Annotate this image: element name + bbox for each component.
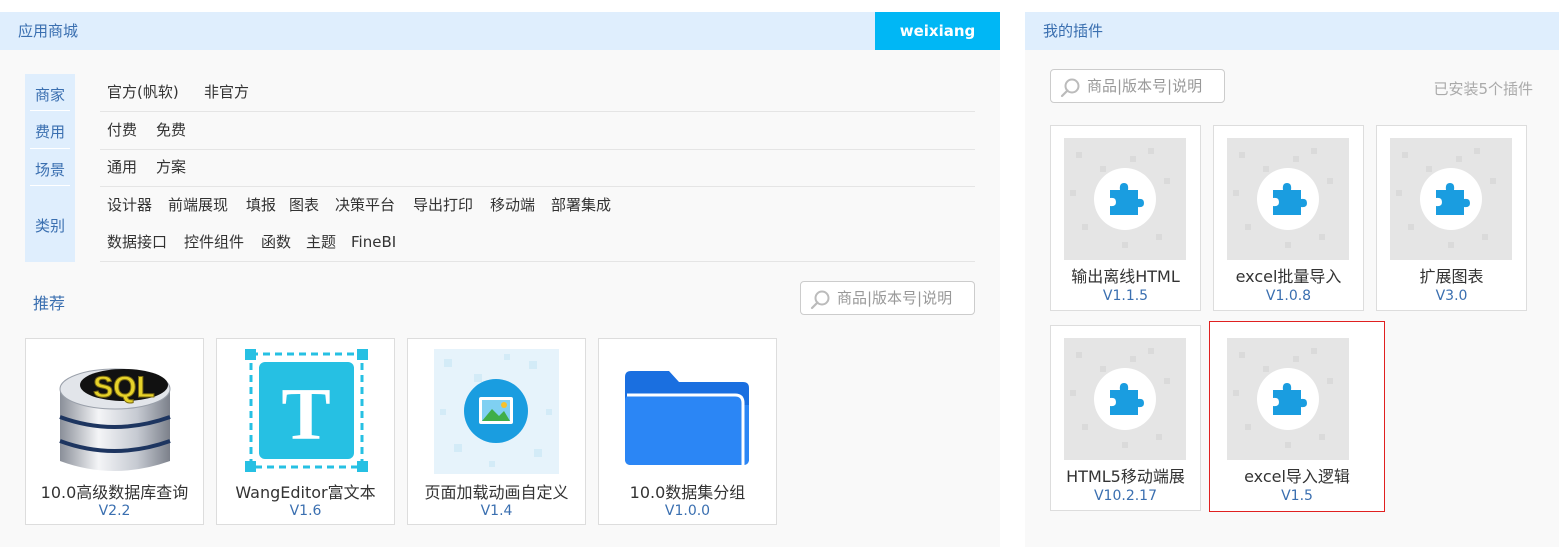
filter-label-category[interactable]: 类别: [25, 215, 75, 236]
recommend-card[interactable]: 页面加载动画自定义 V1.4: [407, 338, 586, 525]
plugin-version: V1.0.8: [1265, 288, 1312, 304]
filter-option[interactable]: 前端展现: [168, 187, 228, 224]
recommend-card[interactable]: SQL 10.0高级数据库查询 V2.2: [25, 338, 204, 525]
puzzle-icon: [1227, 138, 1349, 260]
filter-option[interactable]: 官方(帆软): [107, 74, 179, 111]
filter-option[interactable]: 函数: [261, 224, 291, 261]
puzzle-icon: [1227, 338, 1349, 460]
filter-option[interactable]: 非官方: [204, 74, 249, 111]
plugin-card-selected[interactable]: excel导入逻辑 V1.5: [1209, 321, 1385, 512]
filter-option[interactable]: 移动端: [490, 187, 535, 224]
filter-option[interactable]: 导出打印: [413, 187, 473, 224]
filter-option[interactable]: 图表: [289, 187, 319, 224]
filter-option[interactable]: 免费: [156, 112, 186, 149]
filter-row-category-2: 数据接口 控件组件 函数 主题 FineBI: [100, 224, 975, 262]
recommend-name: 10.0数据集分组: [629, 483, 746, 502]
filter-option[interactable]: 付费: [107, 112, 137, 149]
recommend-card[interactable]: T WangEditor富文本 V1.6: [216, 338, 395, 525]
plugin-name: excel批量导入: [1235, 267, 1342, 286]
recommend-version: V2.2: [98, 503, 131, 519]
plugin-version: V3.0: [1435, 288, 1468, 304]
filter-option[interactable]: 通用: [107, 149, 137, 186]
text-editor-icon: T: [243, 349, 368, 474]
recommend-name: WangEditor富文本: [235, 483, 376, 502]
recommend-card[interactable]: 10.0数据集分组 V1.0.0: [598, 338, 777, 525]
divider: [30, 185, 70, 186]
image-animation-icon: [434, 349, 559, 474]
svg-text:T: T: [281, 374, 330, 456]
folder-icon: [625, 349, 750, 474]
plugin-version: V1.5: [1281, 488, 1313, 504]
filter-labels: 商家 费用 场景 类别: [25, 74, 75, 262]
filter-row-scene: 通用 方案: [100, 149, 975, 187]
plugin-search-box[interactable]: [1050, 69, 1227, 103]
installed-count: 已安装5个插件: [1433, 80, 1533, 98]
filter-label-scene[interactable]: 场景: [25, 159, 75, 180]
user-button[interactable]: weixiang: [875, 12, 1000, 50]
plugin-version: V1.1.5: [1102, 288, 1149, 304]
my-plugins-panel: 我的插件 已安装5个插件 输出离线HTML V1.1.5 excel批量导入 V…: [1025, 12, 1559, 547]
recommend-version: V1.6: [289, 503, 322, 519]
recommend-version: V1.4: [480, 503, 513, 519]
plugin-card[interactable]: HTML5移动端展 V10.2.17: [1050, 325, 1201, 511]
plugin-name: excel导入逻辑: [1244, 467, 1350, 486]
plugin-name: 扩展图表: [1419, 267, 1484, 286]
my-plugins-title: 我的插件: [1043, 22, 1104, 40]
app-store-header: 应用商城 weixiang: [0, 12, 1000, 50]
filter-row-category-1: 设计器 前端展现 填报 图表 决策平台 导出打印 移动端 部署集成: [100, 187, 975, 224]
filter-option[interactable]: 控件组件: [184, 224, 244, 261]
puzzle-icon: [1064, 338, 1186, 460]
plugin-card[interactable]: excel批量导入 V1.0.8: [1213, 125, 1364, 311]
plugin-card[interactable]: 输出离线HTML V1.1.5: [1050, 125, 1201, 311]
store-search-box[interactable]: [800, 281, 977, 315]
filter-option[interactable]: 主题: [306, 224, 336, 261]
plugin-name: HTML5移动端展: [1066, 467, 1185, 486]
recommend-version: V1.0.0: [664, 503, 711, 519]
filter-option[interactable]: 填报: [246, 187, 276, 224]
divider: [30, 110, 70, 111]
recommend-label: 推荐: [33, 294, 66, 313]
puzzle-icon: [1390, 138, 1512, 260]
svg-text:SQL: SQL: [93, 371, 155, 404]
recommend-name: 页面加载动画自定义: [424, 483, 569, 502]
filter-option[interactable]: 方案: [156, 149, 186, 186]
search-icon: [1060, 78, 1080, 98]
filter-option[interactable]: 部署集成: [551, 187, 611, 224]
recommend-name: 10.0高级数据库查询: [40, 483, 189, 502]
sql-database-icon: SQL: [52, 349, 177, 474]
filter-row-fee: 付费 免费: [100, 112, 975, 150]
search-icon: [810, 290, 830, 310]
store-search-input[interactable]: [837, 285, 977, 311]
filter-option[interactable]: FineBI: [351, 224, 396, 261]
plugin-version: V10.2.17: [1093, 488, 1157, 504]
my-plugins-header: 我的插件: [1025, 12, 1559, 50]
divider: [30, 148, 70, 149]
puzzle-icon: [1064, 138, 1186, 260]
filter-option[interactable]: 设计器: [107, 187, 152, 224]
filter-option[interactable]: 数据接口: [107, 224, 167, 261]
filter-label-fee[interactable]: 费用: [25, 121, 75, 142]
app-store-title: 应用商城: [18, 22, 79, 40]
plugin-card[interactable]: 扩展图表 V3.0: [1376, 125, 1527, 311]
plugin-name: 输出离线HTML: [1071, 267, 1180, 286]
filter-label-merchant[interactable]: 商家: [25, 84, 75, 105]
plugin-search-input[interactable]: [1087, 73, 1227, 99]
app-store-panel: 应用商城 weixiang 商家 费用 场景 类别 官方(帆软) 非官方 付费 …: [0, 12, 1000, 547]
filter-row-merchant: 官方(帆软) 非官方: [100, 74, 975, 112]
filter-option[interactable]: 决策平台: [335, 187, 395, 224]
